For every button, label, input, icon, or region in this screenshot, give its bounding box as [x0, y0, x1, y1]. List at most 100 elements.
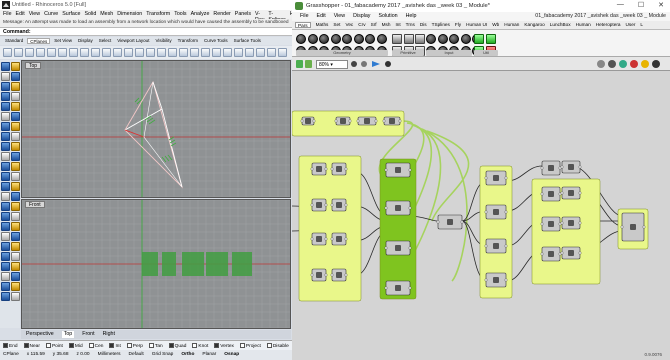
gh-component[interactable] — [540, 186, 562, 202]
toolbar-button-icon[interactable] — [223, 48, 232, 57]
ribbon-group-label[interactable]: Geometry — [296, 50, 388, 56]
gh-component[interactable] — [356, 116, 378, 126]
ribbon-group-label[interactable]: Util — [474, 50, 498, 56]
toolbar-tab[interactable]: Transform — [176, 38, 200, 44]
canvas-tool-icon[interactable] — [630, 60, 638, 68]
osnap-toggle[interactable]: Osnap — [224, 352, 239, 358]
gh-component[interactable] — [560, 186, 582, 200]
toolbar-button-icon[interactable] — [124, 48, 133, 57]
planar-toggle[interactable]: Planar — [202, 352, 216, 358]
menu-item[interactable]: Analyze — [191, 11, 210, 18]
tool-button-icon[interactable] — [11, 132, 20, 141]
close-icon[interactable]: ✕ — [658, 1, 664, 9]
gh-component[interactable] — [310, 162, 328, 176]
toolbar-button-icon[interactable] — [80, 48, 89, 57]
viewport-front[interactable]: Front — [21, 199, 291, 329]
menu-item[interactable]: Dimension — [117, 11, 142, 18]
gh-component[interactable] — [484, 238, 508, 254]
gh-menu-item[interactable]: View — [334, 13, 345, 20]
gh-component[interactable] — [330, 232, 348, 246]
menu-item[interactable]: Panels — [235, 11, 251, 18]
menu-item[interactable]: Render — [213, 11, 230, 18]
tool-button-icon[interactable] — [1, 152, 10, 161]
tool-button-icon[interactable] — [11, 102, 20, 111]
osnap-checkbox[interactable] — [3, 343, 8, 348]
toolbar-button-icon[interactable] — [91, 48, 100, 57]
gh-component[interactable] — [484, 272, 508, 288]
toolbar-button-icon[interactable] — [102, 48, 111, 57]
osnap-option[interactable]: End — [3, 343, 18, 349]
osnap-checkbox[interactable] — [88, 343, 94, 348]
osnap-option[interactable]: Knot — [192, 343, 208, 349]
osnap-checkbox[interactable] — [168, 343, 174, 348]
tool-button-icon[interactable] — [11, 152, 20, 161]
toolbar-button-icon[interactable] — [36, 48, 45, 57]
osnap-checkbox[interactable] — [192, 343, 198, 348]
gh-component[interactable] — [330, 268, 348, 282]
component-icon[interactable] — [319, 34, 329, 44]
tool-button-icon[interactable] — [11, 222, 20, 231]
gh-tab[interactable]: L — [640, 22, 643, 28]
gh-component[interactable] — [560, 160, 582, 174]
toolbar-tab[interactable]: Select — [97, 38, 114, 44]
tool-button-icon[interactable] — [1, 142, 10, 151]
zoom-dropdown[interactable]: 80% ▾ — [316, 60, 348, 69]
tool-button-icon[interactable] — [1, 92, 10, 101]
tool-button-icon[interactable] — [1, 272, 10, 281]
tool-button-icon[interactable] — [1, 112, 10, 121]
tool-button-icon[interactable] — [1, 212, 10, 221]
tool-button-icon[interactable] — [1, 202, 10, 211]
gh-component[interactable] — [484, 204, 508, 220]
gh-tab[interactable]: Human — [504, 22, 519, 28]
gh-tab[interactable]: TSplines — [432, 22, 450, 28]
tool-button-icon[interactable] — [1, 132, 10, 141]
toolbar-tab[interactable]: Viewport Layout — [115, 38, 151, 44]
menu-item[interactable]: V-Ray — [255, 11, 264, 23]
toolbar-tab[interactable]: Display — [76, 38, 95, 44]
toolbar-tab[interactable]: Visibility — [153, 38, 173, 44]
tool-button-icon[interactable] — [1, 102, 10, 111]
toolbar-tab[interactable]: CPlanes — [27, 38, 51, 44]
tool-button-icon[interactable] — [1, 82, 10, 91]
component-icon[interactable] — [296, 34, 306, 44]
ortho-toggle[interactable]: Ortho — [181, 352, 194, 358]
tool-button-icon[interactable] — [1, 122, 10, 131]
component-icon[interactable] — [415, 34, 425, 44]
gh-component[interactable] — [310, 268, 328, 282]
tool-button-icon[interactable] — [1, 282, 10, 291]
gh-document-name[interactable]: 01_fabacademy 2017 _avishek das _week 03… — [535, 13, 666, 19]
toolbar-button-icon[interactable] — [212, 48, 221, 57]
tool-button-icon[interactable] — [11, 182, 20, 191]
component-icon[interactable] — [392, 34, 402, 44]
gh-canvas[interactable]: 0.9.0076 — [292, 71, 670, 360]
osnap-option[interactable]: Mid — [68, 343, 83, 349]
osnap-checkbox[interactable] — [68, 343, 74, 348]
osnap-option[interactable]: Int — [109, 343, 121, 349]
toolbar-tab[interactable]: Standard — [3, 38, 25, 44]
toolbar-button-icon[interactable] — [58, 48, 67, 57]
canvas-right-icons[interactable] — [596, 59, 666, 69]
tool-button-icon[interactable] — [11, 162, 20, 171]
toolbar-button-icon[interactable] — [47, 48, 56, 57]
gh-component[interactable] — [384, 240, 412, 256]
component-icon[interactable] — [353, 34, 364, 44]
gh-tab[interactable]: Kangaroo — [524, 22, 544, 28]
menu-item[interactable]: File — [3, 11, 12, 18]
toolbar-tab[interactable]: Set View — [52, 38, 74, 44]
menu-item[interactable]: Edit — [16, 11, 25, 18]
gh-tab[interactable]: Heteroptera — [596, 22, 621, 28]
gh-component[interactable] — [540, 160, 562, 176]
gh-component[interactable] — [384, 200, 412, 216]
toolbar-button-icon[interactable] — [234, 48, 243, 57]
toolbar-button-icon[interactable] — [157, 48, 166, 57]
tool-button-icon[interactable] — [11, 142, 20, 151]
osnap-checkbox[interactable] — [45, 343, 51, 348]
grid-snap-toggle[interactable]: Grid Snap — [152, 352, 174, 358]
tool-button-icon[interactable] — [1, 72, 10, 81]
menu-item[interactable]: Mesh — [100, 11, 113, 18]
tool-button-icon[interactable] — [11, 82, 20, 91]
tool-button-icon[interactable] — [11, 282, 20, 291]
osnap-checkbox[interactable] — [109, 343, 115, 348]
toolbar-button-icon[interactable] — [201, 48, 210, 57]
tool-button-icon[interactable] — [11, 212, 20, 221]
